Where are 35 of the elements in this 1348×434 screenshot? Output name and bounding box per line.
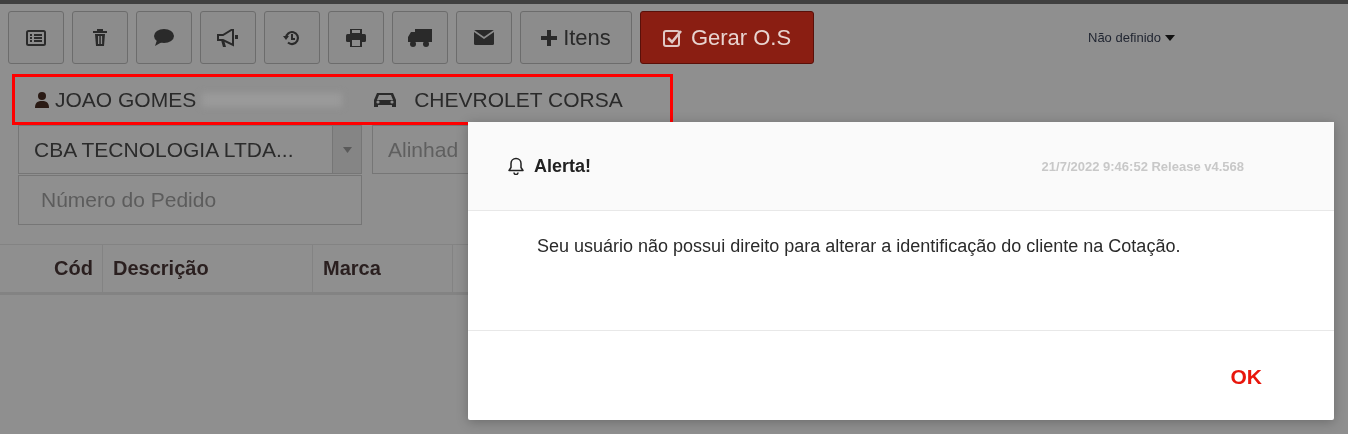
client-name: JOAO GOMES — [55, 87, 197, 112]
column-header: Marca — [313, 245, 453, 292]
comment-button[interactable] — [136, 11, 192, 64]
trash-icon — [93, 29, 107, 46]
column-header: Descrição — [103, 245, 313, 292]
history-icon — [283, 28, 301, 47]
generate-order-button[interactable]: Gerar O.S — [640, 11, 814, 64]
add-items-button[interactable]: Itens — [520, 11, 632, 64]
history-button[interactable] — [264, 11, 320, 64]
caret-icon — [342, 146, 352, 153]
printer-icon — [346, 28, 366, 47]
truck-icon — [408, 28, 432, 47]
envelope-button[interactable] — [456, 11, 512, 64]
list-icon — [26, 29, 46, 46]
megaphone-icon — [217, 28, 239, 47]
truck-button[interactable] — [392, 11, 448, 64]
dialog-title: Alerta! — [534, 155, 591, 177]
caret-icon — [1165, 34, 1175, 41]
column-header: Cód — [0, 245, 103, 292]
checkbox-icon — [662, 28, 683, 47]
list-button[interactable] — [8, 11, 64, 64]
trash-button[interactable] — [72, 11, 128, 64]
bell-icon — [508, 157, 524, 175]
car-icon — [372, 90, 399, 109]
vehicle-name: CHEVROLET CORSA — [414, 87, 623, 112]
status-dropdown[interactable]: Não definido — [1088, 30, 1175, 45]
alert-message: Seu usuário não possui direito para alterar a identificação do cliente na Cotação. — [537, 235, 1182, 258]
person-icon — [35, 91, 49, 108]
ok-button[interactable]: OK — [1230, 364, 1262, 389]
comment-icon — [154, 29, 174, 46]
company-select[interactable]: CBA TECNOLOGIA LTDA... — [18, 125, 362, 174]
envelope-icon — [474, 30, 494, 45]
megaphone-button[interactable] — [200, 11, 256, 64]
plus-icon — [541, 29, 558, 46]
printer-button[interactable] — [328, 11, 384, 64]
